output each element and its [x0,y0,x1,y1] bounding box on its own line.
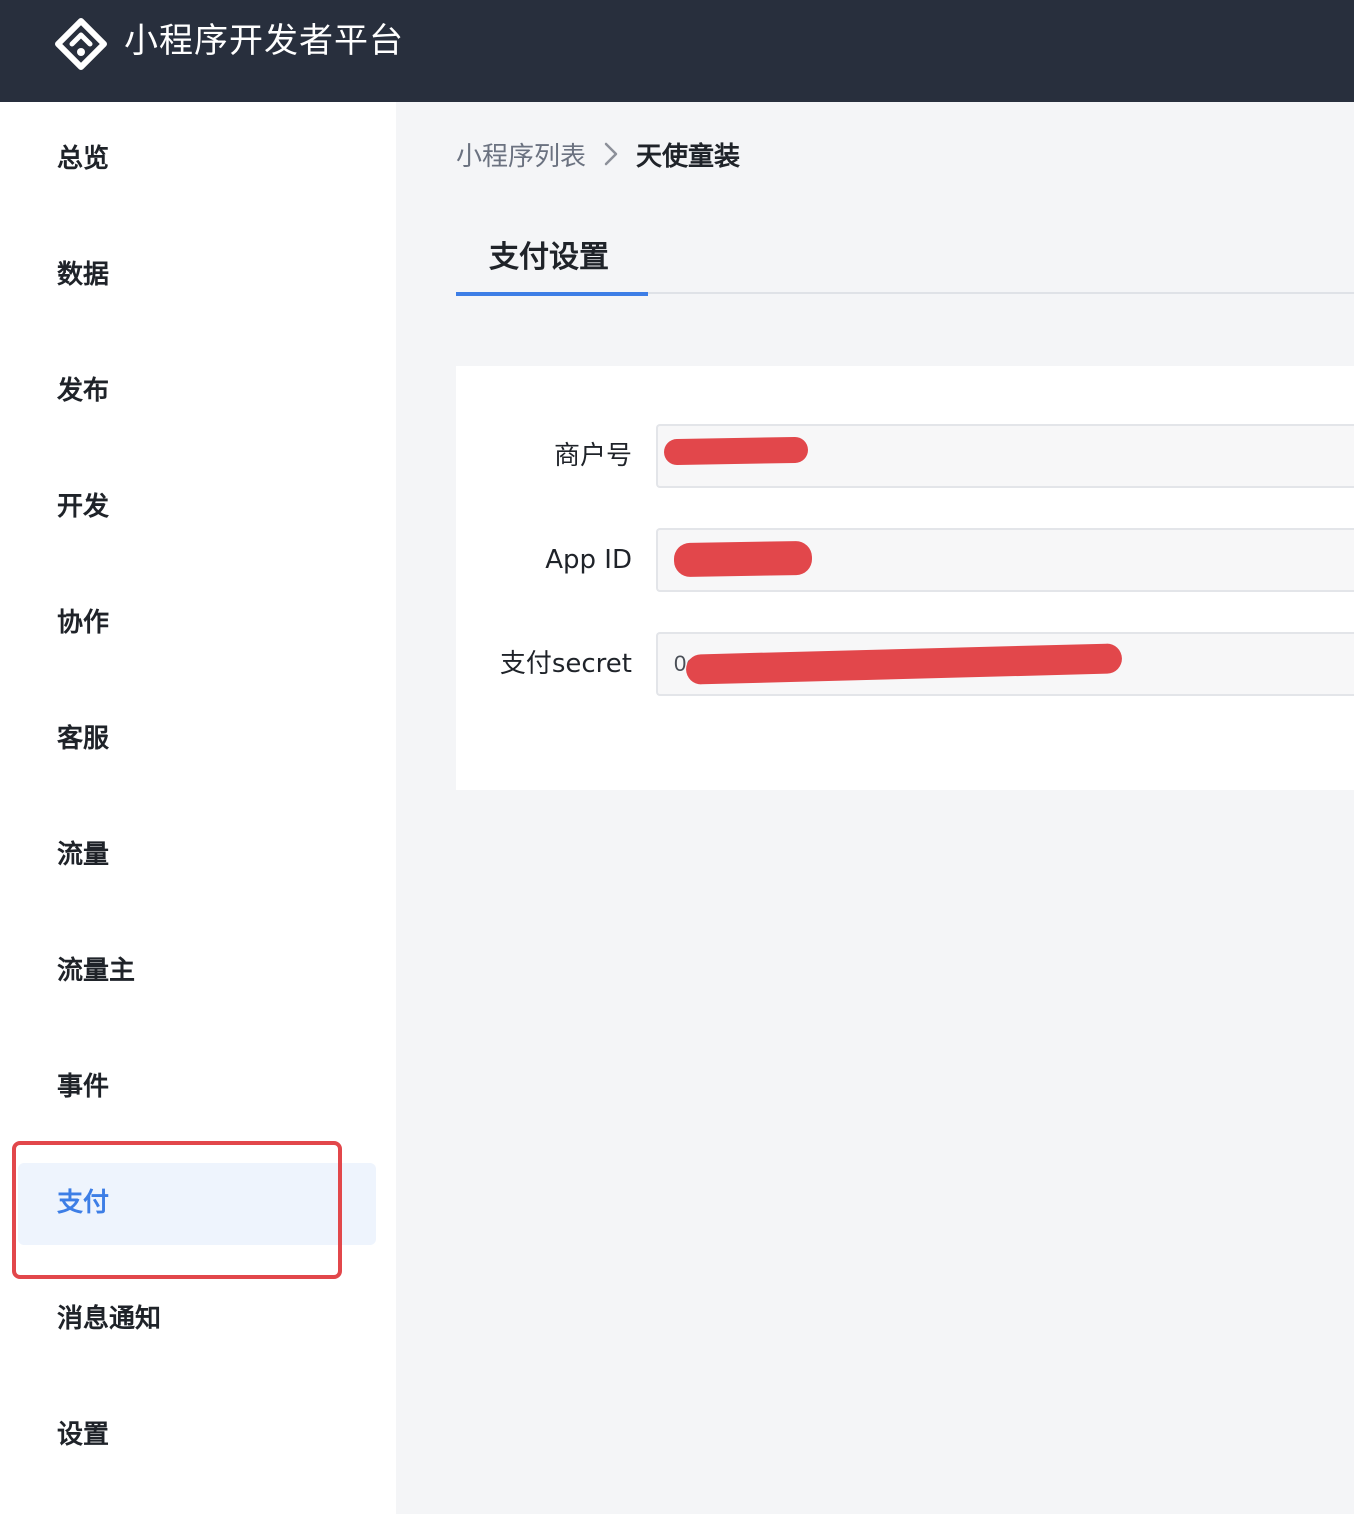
breadcrumb: 小程序列表 天使童装 [456,134,740,174]
sidebar-item-label: 发布 [57,376,110,406]
app-id-label: App ID [545,545,632,575]
app-id-field[interactable] [656,528,1354,592]
sidebar-item-traffic-owner[interactable]: 流量主 [18,931,376,1013]
sidebar-item-label: 协作 [57,608,110,638]
sidebar-item-develop[interactable]: 开发 [18,467,376,549]
sidebar-item-collaboration[interactable]: 协作 [18,583,376,665]
app-title: 小程序开发者平台 [124,21,404,61]
sidebar-nav: 总览 数据 发布 开发 协作 客服 流量 流量主 事件 支付 消息通知 设置 [0,102,396,1514]
sidebar-item-label: 开发 [57,492,110,522]
sidebar-item-traffic[interactable]: 流量 [18,815,376,897]
app-id-row: App ID [456,528,1354,592]
sidebar-item-label: 流量 [57,840,110,870]
sidebar-item-label: 数据 [57,260,110,290]
sidebar-item-payment[interactable]: 支付 [18,1163,376,1245]
sidebar-item-label: 设置 [57,1420,110,1450]
sidebar-item-customer-service[interactable]: 客服 [18,699,376,781]
sidebar-item-publish[interactable]: 发布 [18,351,376,433]
pay-secret-row: 支付secret [456,632,1354,696]
sidebar-item-data[interactable]: 数据 [18,235,376,317]
sidebar-item-label: 流量主 [57,956,136,986]
sidebar-item-label: 客服 [57,724,110,754]
tab-label: 支付设置 [489,240,609,275]
pay-secret-field[interactable] [656,632,1354,696]
sidebar-item-label: 支付 [57,1188,110,1218]
merchant-id-label: 商户号 [553,441,632,471]
pay-secret-label: 支付secret [499,649,632,679]
sidebar-item-label: 消息通知 [57,1304,162,1334]
merchant-id-field[interactable] [656,424,1354,488]
tab-bar: 支付设置 [456,222,1354,296]
merchant-id-row: 商户号 [456,424,1354,488]
breadcrumb-parent-link[interactable]: 小程序列表 [456,136,586,173]
tab-active-indicator [456,292,648,296]
breadcrumb-current: 天使童装 [636,141,741,172]
sidebar-item-notifications[interactable]: 消息通知 [18,1279,376,1361]
app-logo-icon [55,18,107,70]
tab-payment-settings[interactable]: 支付设置 [456,222,648,296]
payment-settings-card: 商户号 App ID 支付secret [456,366,1354,790]
sidebar-item-settings[interactable]: 设置 [18,1395,376,1477]
sidebar-item-overview[interactable]: 总览 [18,119,376,201]
sidebar-item-label: 事件 [57,1072,110,1102]
sidebar-item-events[interactable]: 事件 [18,1047,376,1129]
sidebar-item-label: 总览 [57,144,110,174]
top-header: 小程序开发者平台 [0,0,1354,102]
chevron-right-icon [604,142,618,166]
